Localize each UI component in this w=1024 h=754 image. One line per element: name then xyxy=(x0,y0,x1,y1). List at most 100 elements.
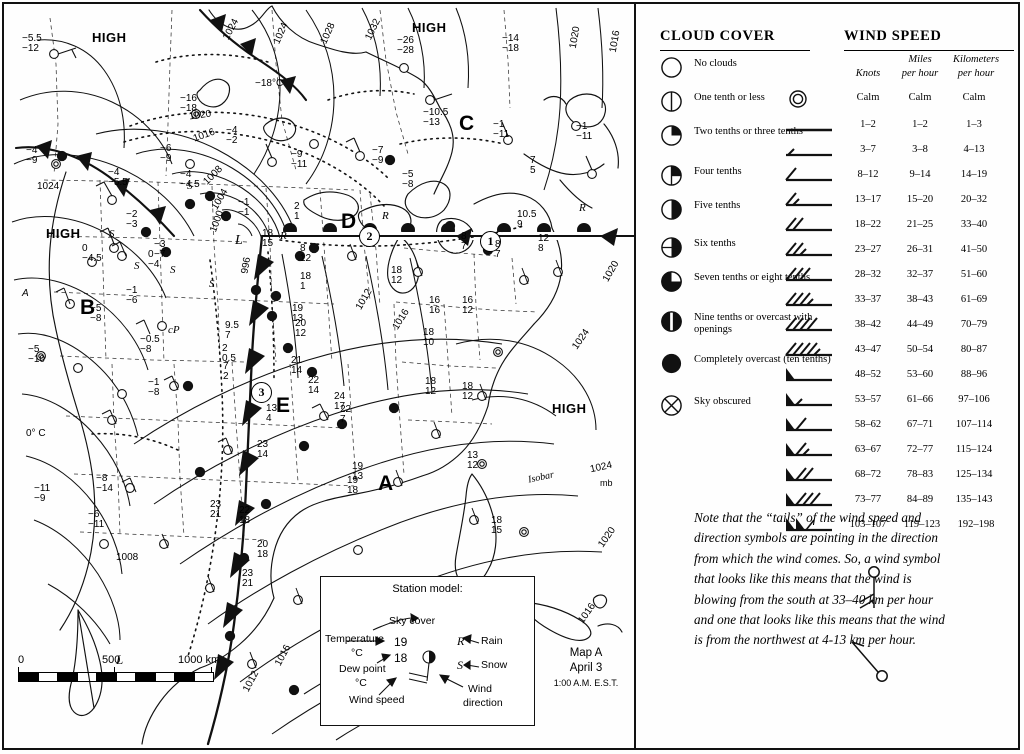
station-temp-pair: −3 −7 xyxy=(154,239,166,260)
figure-page: HIGH HIGH HIGH HIGH A B C D E 1 2 3 L L … xyxy=(0,0,1024,754)
precip-code-r: R xyxy=(382,210,389,222)
cloud-cover-rule xyxy=(660,50,810,51)
map-letter-a: A xyxy=(378,472,394,495)
station-temp-pair: −6 −11 xyxy=(88,509,105,530)
wind-knots: 63–67 xyxy=(854,444,882,455)
wind-mph: Calm xyxy=(908,92,932,103)
wind-mph: 72–77 xyxy=(906,444,934,455)
precip-code-s: S xyxy=(170,264,176,276)
cloud-cover-row: No clouds xyxy=(660,56,850,90)
wind-knots: 3–7 xyxy=(860,144,876,155)
wind-mph: 61–66 xyxy=(906,394,934,405)
station-temp-pair: −8 −14 xyxy=(96,473,113,494)
precip-code-r: R xyxy=(579,202,586,214)
station-temp-pair: 9.5 7 xyxy=(225,320,239,341)
wind-mph: 1–2 xyxy=(912,119,928,130)
wind-kph: 61–69 xyxy=(960,294,988,305)
wind-col-mph-l1: Miles xyxy=(908,54,932,65)
station-temp-pair: −6 −9 xyxy=(160,143,172,164)
cloud-5-icon xyxy=(661,199,682,220)
station-model-dew-value: 18 xyxy=(394,651,408,665)
station-temp-pair: −1 −6 xyxy=(126,285,138,306)
cloud-2-icon xyxy=(661,125,682,146)
station-temp-pair: −14 −18 xyxy=(502,33,519,54)
wind-b1f1h-icon xyxy=(785,192,832,207)
station-temp-pair: 87 xyxy=(461,231,467,252)
isotherm-label-minus18: −18°C xyxy=(255,78,284,89)
wind-b1h-icon xyxy=(786,148,832,157)
wind-kph: 51–60 xyxy=(960,269,988,280)
station-temp-pair: 16 12 xyxy=(462,295,474,316)
station-temp-pair: 18 12 xyxy=(425,376,437,397)
station-temp-pair: 12 8 xyxy=(538,233,550,254)
map-airmass-cp: cP xyxy=(168,324,180,336)
map-caption-date: April 3 xyxy=(569,662,603,674)
station-model-sky-cover-label: Sky cover xyxy=(389,615,436,627)
station-temp-pair: 20 18 xyxy=(257,539,269,560)
wind-speed-row: 28–32 32–37 51–60 xyxy=(782,265,1018,290)
cloud-0-icon xyxy=(661,57,682,78)
wind-speed-row: 38–42 44–49 70–79 xyxy=(782,315,1018,340)
wind-speed-title: WIND SPEED xyxy=(844,28,942,44)
wind-speed-rule xyxy=(844,50,1014,51)
wind-kph: 70–79 xyxy=(960,319,988,330)
wind-mph: 9–14 xyxy=(909,169,931,180)
station-temp-pair: −4 −9 xyxy=(26,145,38,166)
station-temp-pair: 72 xyxy=(223,361,229,382)
cloud-10-icon xyxy=(661,353,682,374)
station-temp-pair: −5.5 −12 xyxy=(22,33,42,54)
map-high-label-4: HIGH xyxy=(552,401,587,416)
scale-label-zero: 0 xyxy=(18,654,25,666)
wind-p1b1h-icon xyxy=(786,442,832,457)
map-caption-title: Map A xyxy=(569,647,603,659)
wind-mph: 84–89 xyxy=(906,494,934,505)
station-temp-pair: 21 14 xyxy=(291,355,303,376)
wind-speed-row: 1–2 1–2 1–3 xyxy=(782,115,1018,140)
cloud-1-icon xyxy=(661,91,682,112)
station-temp-pair: −1 −8 xyxy=(148,377,160,398)
station-temp-pair: −9 −11 xyxy=(291,149,308,170)
wind-b3-icon xyxy=(785,267,832,282)
map-letter-d: D xyxy=(341,210,357,233)
precip-code-s: S xyxy=(109,228,115,240)
station-temp-pair: 18 15 xyxy=(491,515,503,536)
wind-knots: 58–62 xyxy=(854,419,882,430)
station-temp-pair: 22 18 xyxy=(239,505,251,526)
wind-speed-row: 43–47 50–54 80–87 xyxy=(782,340,1018,365)
station-temp-pair: −1 −1 xyxy=(238,197,250,218)
wind-mph: 44–49 xyxy=(906,319,934,330)
wind-kph: 125–134 xyxy=(955,469,993,480)
wind-calm-icon xyxy=(789,90,807,108)
wind-b2h-icon xyxy=(785,242,832,257)
station-temp-pair: 23 21 xyxy=(210,499,222,520)
station-model-rain-code: R xyxy=(457,634,465,648)
station-temp-pair: −5 −8 xyxy=(402,169,414,190)
wind-b4h-icon xyxy=(785,342,832,357)
wind-knots: 53–57 xyxy=(854,394,882,405)
scale-label-max: 1000 km xyxy=(178,654,221,666)
station-model-windspeed-label: Wind speed xyxy=(349,694,405,706)
wind-p1h-icon xyxy=(786,393,832,407)
station-model-temp-value: 19 xyxy=(394,635,408,649)
station-model-snow-label: Snow xyxy=(481,659,508,671)
cloud-obscured-icon xyxy=(661,395,682,416)
wind-knots: 43–47 xyxy=(854,344,882,355)
wind-col-mph-l2: per hour xyxy=(901,68,939,79)
wind-speed-row: 3–7 3–8 4–13 xyxy=(782,140,1018,165)
wind-speed-row: 23–27 26–31 41–50 xyxy=(782,240,1018,265)
wind-kph: 41–50 xyxy=(960,244,988,255)
wind-kph: 97–106 xyxy=(958,394,990,405)
station-temp-pair: 19 18 xyxy=(347,475,359,496)
station-temp-pair: 87 xyxy=(495,239,501,260)
map-letter-e: E xyxy=(276,394,291,417)
wind-mph: 3–8 xyxy=(912,144,928,155)
wind-b2-icon xyxy=(785,217,832,232)
station-temp-pair: 13 12 xyxy=(467,450,479,471)
wind-mph: 53–60 xyxy=(906,369,934,380)
wind-knots: 33–37 xyxy=(854,294,882,305)
station-model-dewpoint-unit: °C xyxy=(355,677,367,689)
station-model-snow-code: S xyxy=(457,658,463,672)
isobar-label: 1024 xyxy=(37,181,60,192)
wind-kph: 33–40 xyxy=(960,219,988,230)
wind-speed-row: 48–52 53–60 88–96 xyxy=(782,365,1018,390)
